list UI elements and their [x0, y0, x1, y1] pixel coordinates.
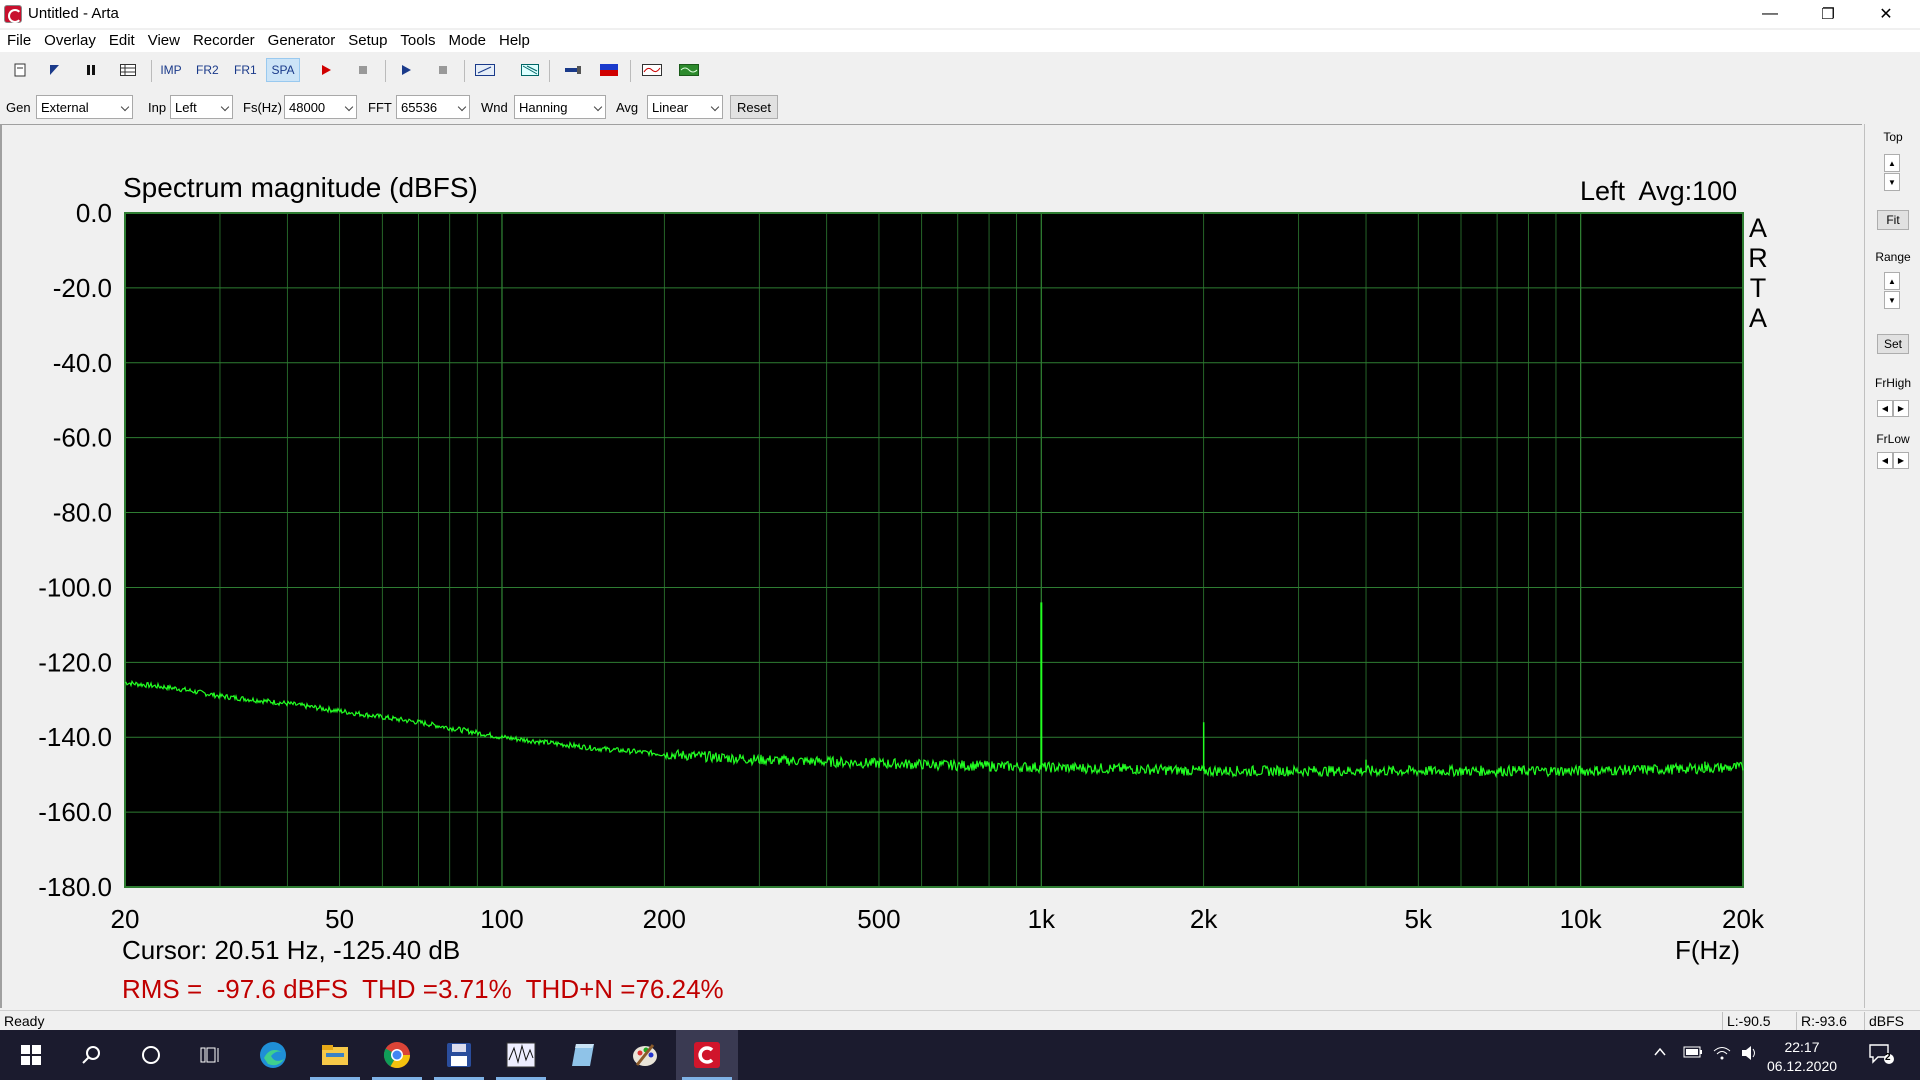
- battery-icon[interactable]: [1683, 1045, 1703, 1063]
- oscilloscope-app-icon[interactable]: [490, 1030, 552, 1080]
- frlow-left-button[interactable]: ◀: [1877, 452, 1893, 469]
- frhigh-left-button[interactable]: ◀: [1877, 400, 1893, 417]
- top-up-button[interactable]: ▲: [1884, 154, 1900, 172]
- paint-icon[interactable]: [614, 1030, 676, 1080]
- left-level: L:-90.5: [1722, 1012, 1796, 1030]
- status-bar: Ready L:-90.5 R:-93.6 dBFS: [0, 1010, 1920, 1030]
- y-tick-label: -140.0: [38, 722, 112, 752]
- frhigh-label: FrHigh: [1874, 376, 1911, 390]
- spectrum-chart[interactable]: 0.0 -20.0 -40.0 -60.0 -80.0 -100.0 -120.0 -140.…: [0, 0, 1920, 1080]
- clock-date: 06.12.2020: [1766, 1058, 1838, 1074]
- x-tick-label: 20: [111, 904, 140, 934]
- x-tick-label: 10k: [1560, 904, 1603, 934]
- arta-letter: A: [1748, 303, 1767, 333]
- top-down-button[interactable]: ▼: [1884, 173, 1900, 191]
- range-label: Range: [1875, 250, 1911, 264]
- chevron-up-icon[interactable]: [1653, 1045, 1667, 1063]
- x-tick-label: 1k: [1028, 904, 1056, 934]
- level-unit: dBFS: [1864, 1012, 1920, 1030]
- taskbar: 22:17 06.12.2020 2: [0, 1030, 1920, 1080]
- x-tick-label: 100: [480, 904, 523, 934]
- status-text: Ready: [4, 1013, 45, 1029]
- arta-vertical-label: A R T A: [1746, 213, 1770, 333]
- y-tick-label: 0.0: [76, 198, 112, 228]
- x-tick-label: 200: [643, 904, 686, 934]
- x-tick-label: 50: [325, 904, 354, 934]
- task-view-icon[interactable]: [180, 1030, 242, 1080]
- x-axis-unit: F(Hz): [1675, 935, 1740, 965]
- y-tick-label: -180.0: [38, 872, 112, 902]
- notepad-icon[interactable]: [552, 1030, 614, 1080]
- y-tick-label: -40.0: [53, 348, 112, 378]
- edge-browser-icon[interactable]: [242, 1030, 304, 1080]
- cursor-readout: Cursor: 20.51 Hz, -125.40 dB: [122, 935, 461, 965]
- file-explorer-icon[interactable]: [304, 1030, 366, 1080]
- frhigh-right-button[interactable]: ▶: [1893, 400, 1909, 417]
- y-tick-label: -80.0: [53, 498, 112, 528]
- range-down-button[interactable]: ▼: [1884, 291, 1900, 309]
- right-control-panel: Top ▲ ▼ Fit Range ▲ ▼ Set FrHigh ◀ ▶ FrL…: [1864, 124, 1920, 1008]
- taskbar-clock[interactable]: 22:17 06.12.2020: [1760, 1038, 1844, 1076]
- arta-letter: T: [1749, 273, 1767, 303]
- frlow-label: FrLow: [1876, 432, 1910, 446]
- y-tick-label: -20.0: [53, 273, 112, 303]
- range-up-button[interactable]: ▲: [1884, 272, 1900, 290]
- x-tick-label: 2k: [1190, 904, 1218, 934]
- fit-button[interactable]: Fit: [1877, 210, 1909, 230]
- x-tick-label: 5k: [1405, 904, 1433, 934]
- wifi-icon[interactable]: [1713, 1045, 1731, 1065]
- plot-area: [124, 212, 1744, 888]
- search-icon[interactable]: [60, 1030, 122, 1080]
- rms-thd-readout: RMS = -97.6 dBFS THD =3.71% THD+N =76.24…: [122, 974, 724, 1004]
- frlow-right-button[interactable]: ▶: [1893, 452, 1909, 469]
- x-tick-label: 500: [857, 904, 900, 934]
- clock-time: 22:17: [1784, 1039, 1820, 1055]
- y-tick-label: -60.0: [53, 423, 112, 453]
- windows-start-icon[interactable]: [0, 1030, 62, 1080]
- x-tick-label: 20k: [1722, 904, 1765, 934]
- set-button[interactable]: Set: [1877, 334, 1909, 354]
- floppy-save-icon[interactable]: [428, 1030, 490, 1080]
- arta-letter: R: [1748, 243, 1768, 273]
- chrome-icon[interactable]: [366, 1030, 428, 1080]
- arta-letter: A: [1748, 213, 1767, 243]
- y-tick-label: -100.0: [38, 572, 112, 602]
- arta-taskbar-icon[interactable]: [676, 1030, 738, 1080]
- volume-icon[interactable]: [1741, 1045, 1759, 1065]
- right-level: R:-93.6: [1796, 1012, 1864, 1030]
- top-label: Top: [1883, 130, 1903, 144]
- y-tick-label: -120.0: [38, 647, 112, 677]
- notification-count: 2: [1885, 1052, 1891, 1063]
- cortana-icon[interactable]: [120, 1030, 182, 1080]
- notification-icon[interactable]: 2: [1868, 1043, 1894, 1069]
- y-tick-label: -160.0: [38, 797, 112, 827]
